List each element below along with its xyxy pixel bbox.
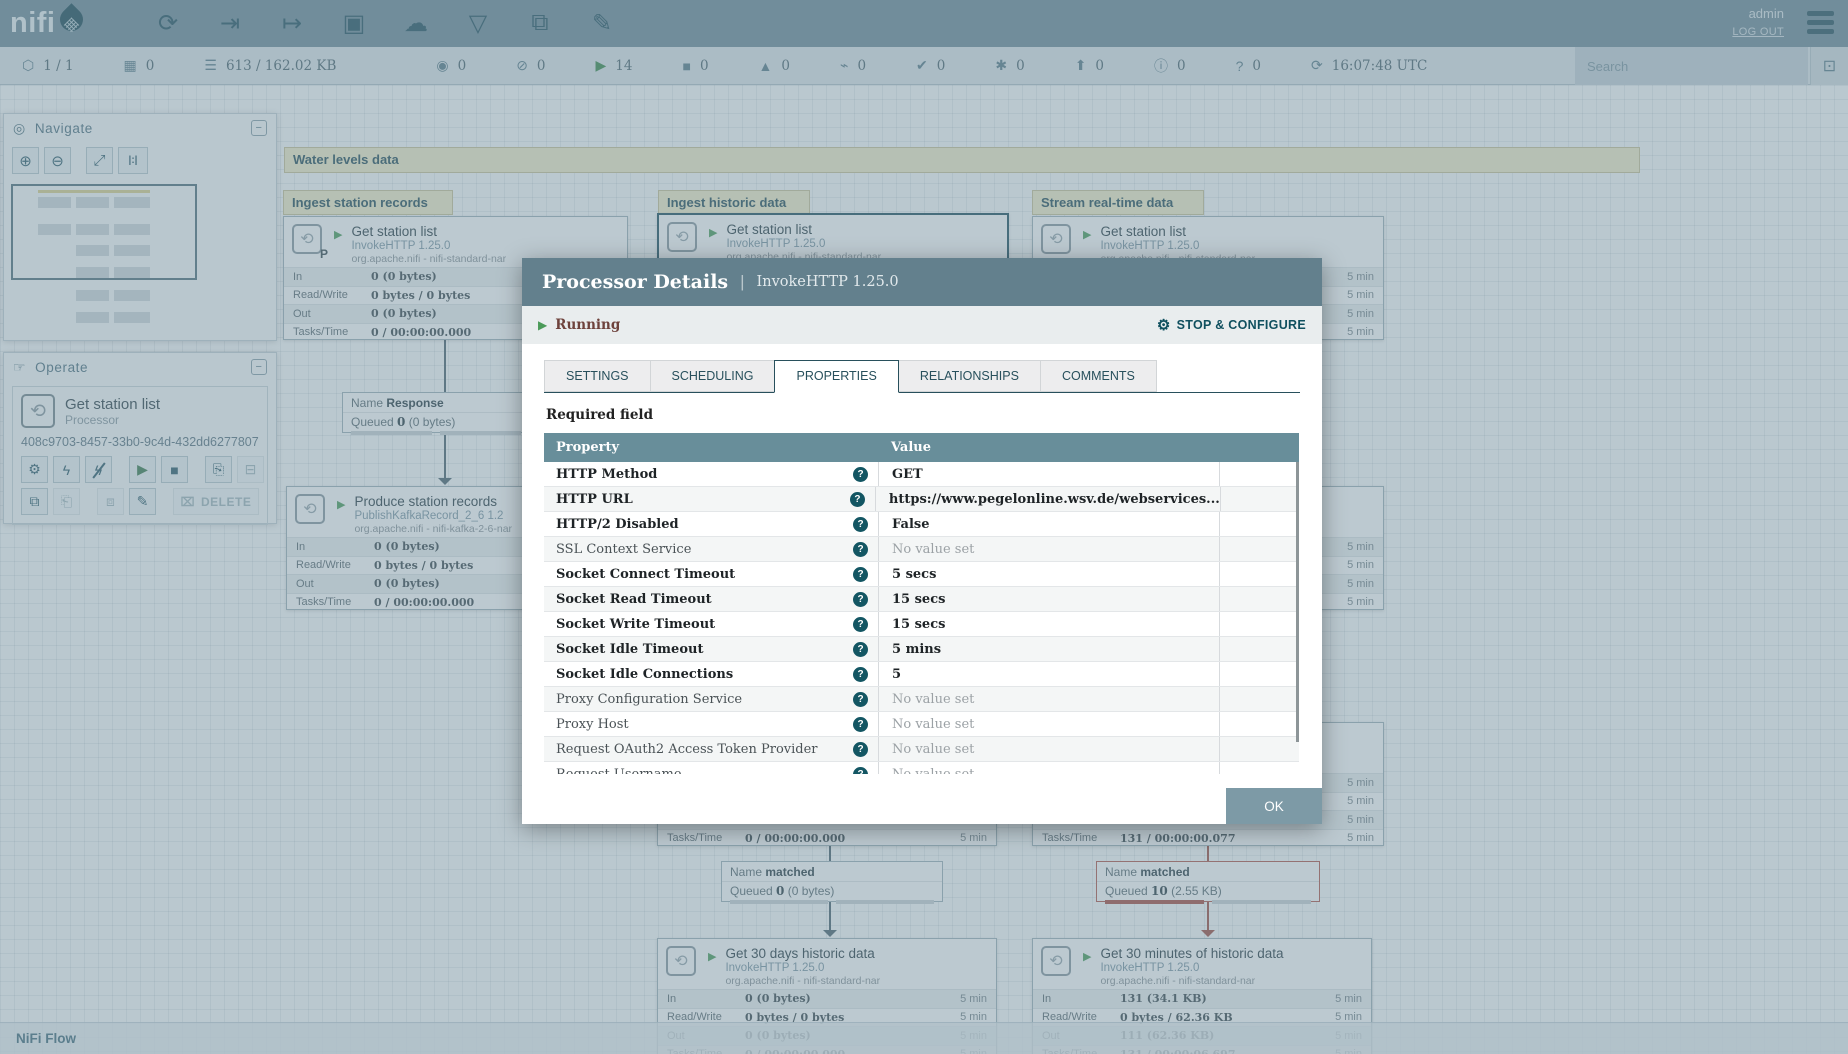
property-name-cell: Socket Read Timeout ?: [544, 587, 878, 611]
property-name-cell: HTTP URL ?: [544, 487, 875, 511]
property-row[interactable]: Proxy Configuration Service ? No value s…: [544, 687, 1299, 712]
property-actions-cell: [1219, 637, 1299, 661]
dialog-tab[interactable]: RELATIONSHIPS: [897, 360, 1041, 392]
nifi-app: Water levels data Ingest station records…: [0, 0, 1848, 1054]
property-column-header: Property: [556, 440, 620, 455]
dialog-header: Processor Details | InvokeHTTP 1.25.0: [522, 258, 1322, 306]
property-value-cell[interactable]: No value set: [878, 537, 1219, 561]
property-name-cell: Proxy Configuration Service ?: [544, 687, 878, 711]
value-column-header: Value: [891, 440, 931, 455]
property-name-cell: Socket Idle Timeout ?: [544, 637, 878, 661]
dialog-subtitle: InvokeHTTP 1.25.0: [756, 274, 899, 290]
table-header: Property Value: [544, 433, 1299, 462]
dialog-status-strip: ▶ Running ⚙ STOP & CONFIGURE: [522, 306, 1322, 344]
property-actions-cell: [1219, 737, 1299, 761]
help-icon[interactable]: ?: [849, 491, 865, 507]
property-actions-cell: [1219, 762, 1299, 774]
help-icon[interactable]: ?: [853, 566, 868, 582]
property-actions-cell: [1219, 687, 1299, 711]
property-name-cell: Socket Connect Timeout ?: [544, 562, 878, 586]
run-state-label: Running: [555, 317, 621, 333]
property-actions-cell: [1219, 612, 1299, 636]
property-value-cell[interactable]: https://www.pegelonline.wsv.de/webservic…: [874, 487, 1220, 511]
property-actions-cell: [1219, 462, 1299, 486]
table-scrollbar[interactable]: [1296, 462, 1299, 742]
property-value-cell[interactable]: 15 secs: [878, 587, 1219, 611]
property-row[interactable]: Request OAuth2 Access Token Provider ? N…: [544, 737, 1299, 762]
property-actions-cell: [1219, 712, 1299, 736]
property-row[interactable]: Socket Connect Timeout ? 5 secs: [544, 562, 1299, 587]
help-icon[interactable]: ?: [853, 641, 868, 657]
property-value-cell[interactable]: 5: [878, 662, 1219, 686]
ok-button[interactable]: OK: [1226, 788, 1322, 824]
property-row[interactable]: HTTP Method ? GET: [544, 462, 1299, 487]
property-actions-cell: [1219, 562, 1299, 586]
property-value-cell[interactable]: False: [878, 512, 1219, 536]
dialog-tab[interactable]: SCHEDULING: [649, 360, 776, 392]
property-name-cell: Request OAuth2 Access Token Provider ?: [544, 737, 878, 761]
property-value-cell[interactable]: No value set: [878, 762, 1219, 774]
help-icon[interactable]: ?: [853, 716, 868, 732]
property-row[interactable]: Proxy Host ? No value set: [544, 712, 1299, 737]
property-actions-cell: [1219, 512, 1299, 536]
dialog-title: Processor Details: [542, 271, 729, 293]
property-actions-cell: [1219, 662, 1299, 686]
gear-icon: ⚙: [1156, 317, 1171, 334]
property-value-cell[interactable]: 5 mins: [878, 637, 1219, 661]
help-icon[interactable]: ?: [853, 541, 868, 557]
running-status-icon: ▶: [538, 318, 548, 332]
dialog-tab[interactable]: SETTINGS: [544, 360, 651, 392]
help-icon[interactable]: ?: [853, 616, 868, 632]
property-row[interactable]: Socket Idle Connections ? 5: [544, 662, 1299, 687]
dialog-tab[interactable]: PROPERTIES: [774, 360, 899, 393]
properties-table: Property Value HTTP Method ? GET HTTP UR…: [544, 433, 1299, 774]
stop-and-configure-button[interactable]: ⚙ STOP & CONFIGURE: [1157, 316, 1306, 334]
help-icon[interactable]: ?: [853, 516, 868, 532]
help-icon[interactable]: ?: [853, 666, 868, 682]
property-row[interactable]: SSL Context Service ? No value set: [544, 537, 1299, 562]
property-name-cell: Socket Idle Connections ?: [544, 662, 878, 686]
property-value-cell[interactable]: 15 secs: [878, 612, 1219, 636]
property-row[interactable]: Socket Idle Timeout ? 5 mins: [544, 637, 1299, 662]
property-value-cell[interactable]: No value set: [878, 712, 1219, 736]
property-name-cell: HTTP Method ?: [544, 462, 878, 486]
help-icon[interactable]: ?: [853, 591, 868, 607]
property-row[interactable]: HTTP/2 Disabled ? False: [544, 512, 1299, 537]
property-row[interactable]: Socket Write Timeout ? 15 secs: [544, 612, 1299, 637]
title-separator: |: [740, 272, 745, 291]
help-icon[interactable]: ?: [853, 691, 868, 707]
processor-details-dialog: Processor Details | InvokeHTTP 1.25.0 ▶ …: [522, 258, 1322, 824]
help-icon[interactable]: ?: [853, 766, 868, 774]
property-value-cell[interactable]: GET: [878, 462, 1219, 486]
property-value-cell[interactable]: 5 secs: [878, 562, 1219, 586]
property-value-cell[interactable]: No value set: [878, 737, 1219, 761]
property-name-cell: Socket Write Timeout ?: [544, 612, 878, 636]
property-name-cell: HTTP/2 Disabled ?: [544, 512, 878, 536]
property-actions-cell: [1219, 487, 1299, 511]
property-row[interactable]: HTTP URL ? https://www.pegelonline.wsv.d…: [544, 487, 1299, 512]
property-name-cell: SSL Context Service ?: [544, 537, 878, 561]
help-icon[interactable]: ?: [853, 741, 868, 757]
property-value-cell[interactable]: No value set: [878, 687, 1219, 711]
property-row[interactable]: Request Username ? No value set: [544, 762, 1299, 774]
dialog-tab[interactable]: COMMENTS: [1039, 360, 1157, 392]
property-name-cell: Request Username ?: [544, 762, 878, 774]
property-actions-cell: [1219, 587, 1299, 611]
property-actions-cell: [1219, 537, 1299, 561]
property-name-cell: Proxy Host ?: [544, 712, 878, 736]
help-icon[interactable]: ?: [853, 466, 868, 482]
property-row[interactable]: Socket Read Timeout ? 15 secs: [544, 587, 1299, 612]
required-field-note: Required field: [546, 407, 654, 423]
